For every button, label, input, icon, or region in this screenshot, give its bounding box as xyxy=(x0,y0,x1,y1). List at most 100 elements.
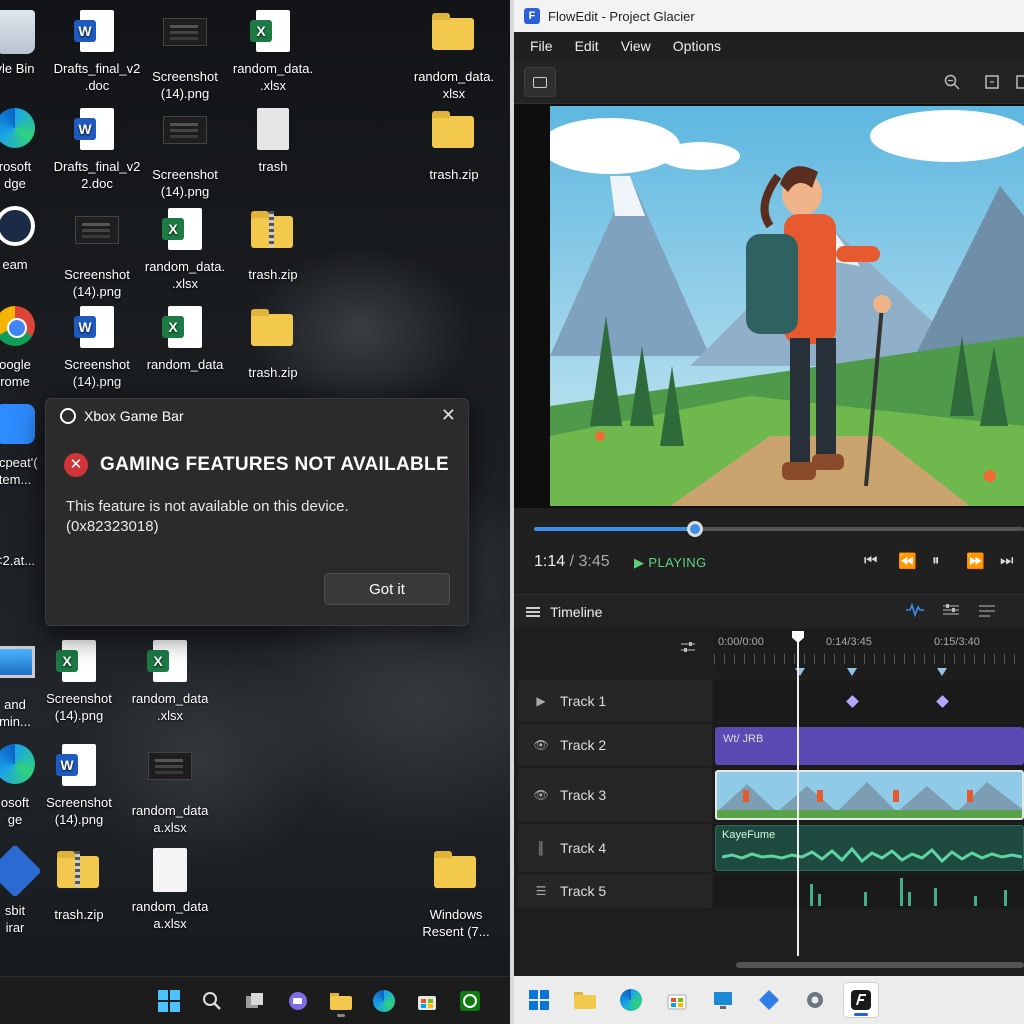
dialog-app-name: Xbox Game Bar xyxy=(84,408,184,424)
desktop-icon-label: rosoft dge xyxy=(0,159,32,191)
menu-icon[interactable] xyxy=(526,606,540,617)
more-tools-icon[interactable] xyxy=(1016,74,1024,90)
scrub-bar[interactable] xyxy=(534,521,1024,537)
crop-icon[interactable] xyxy=(984,74,1000,90)
scrub-progress xyxy=(534,527,696,531)
desktop-icon-trash-zip-4[interactable]: trash.zip xyxy=(34,848,124,923)
video-preview[interactable] xyxy=(514,104,1024,508)
skip-forward-icon[interactable]: ⏭ xyxy=(1000,552,1014,569)
desktop-icon-random-data-6[interactable]: random_data a.xlsx xyxy=(125,848,215,932)
timeline-scrollbar[interactable] xyxy=(736,962,1024,968)
desktop-icon-random-data[interactable]: random_data. .xlsx xyxy=(228,10,318,94)
windows-logo-icon xyxy=(158,989,180,1012)
taskbar-app-diamond[interactable] xyxy=(752,983,786,1017)
desktop-icon-random-data-4[interactable]: random_data .xlsx xyxy=(125,640,215,724)
desktop-icon-drafts-doc[interactable]: Drafts_final_v2 .doc xyxy=(52,10,142,94)
fast-forward-icon[interactable]: ⏩ xyxy=(966,552,985,570)
desktop-icon-trash-zip[interactable]: trash.zip xyxy=(409,108,499,183)
skip-back-icon[interactable]: ⏮ xyxy=(864,552,878,569)
taskbar-xbox[interactable] xyxy=(453,984,487,1018)
task-view-button[interactable] xyxy=(238,984,272,1018)
chat-icon xyxy=(289,991,307,1010)
desktop-icon-steam[interactable]: eam xyxy=(0,206,60,273)
keyframe[interactable] xyxy=(936,695,949,708)
track-header-3[interactable]: 👁 Track 3 xyxy=(518,768,712,822)
menu-view[interactable]: View xyxy=(621,38,651,54)
timeline-playhead[interactable] xyxy=(797,634,799,956)
timeline-settings-icon[interactable] xyxy=(680,640,696,654)
audio-icon[interactable]: ║ xyxy=(532,841,550,855)
taskbar-settings[interactable] xyxy=(798,983,832,1017)
got-it-button[interactable]: Got it xyxy=(324,573,450,605)
taskbar-chat[interactable] xyxy=(281,984,315,1018)
desktop-icon-random-data-folder[interactable]: random_data. xlsx xyxy=(409,10,499,102)
timeline-marker[interactable] xyxy=(937,668,947,676)
track-lane-3[interactable] xyxy=(714,768,1024,822)
desktop-icon-windows-resent[interactable]: Windows Resent (7... xyxy=(411,848,501,940)
zoom-icon[interactable] xyxy=(944,74,960,90)
track-lane-4[interactable]: KayeFume xyxy=(714,824,1024,872)
visibility-icon[interactable]: 👁 xyxy=(532,788,550,802)
taskbar-remote-desktop[interactable] xyxy=(706,983,740,1017)
menu-options[interactable]: Options xyxy=(673,38,721,54)
rewind-icon[interactable]: ⏪ xyxy=(898,552,917,570)
desktop-icon-trash[interactable]: trash xyxy=(228,108,318,175)
menu-edit[interactable]: Edit xyxy=(575,38,599,54)
track-lane-2[interactable]: Wt/ JRB xyxy=(714,724,1024,768)
taskbar-file-explorer[interactable] xyxy=(324,984,358,1018)
taskbar-flowedit[interactable] xyxy=(844,983,878,1017)
desktop-icon-screenshot-5[interactable]: Screenshot (14).png xyxy=(34,640,124,724)
desktop-icon-random-data-3[interactable]: random_data xyxy=(140,306,230,373)
track-header-5[interactable]: ☰ Track 5 xyxy=(518,874,712,908)
desktop-icon-screenshot-3[interactable]: Screenshot (14).png xyxy=(52,208,142,300)
desktop-icon-screenshot[interactable]: Screenshot (14).png xyxy=(140,10,230,102)
expand-icon[interactable]: ▶ xyxy=(532,694,550,708)
video-clip-thumbnails[interactable] xyxy=(715,770,1024,820)
desktop-icon-edge[interactable]: rosoft dge xyxy=(0,108,60,192)
timeline-ruler[interactable]: 0:00/0:00 0:14/3:45 0:15/3:40 xyxy=(714,630,1024,676)
error-icon: ✕ xyxy=(64,453,88,477)
desktop-icon-trash-zip-2[interactable]: trash.zip xyxy=(228,208,318,283)
timeline-marker[interactable] xyxy=(847,668,857,676)
track-header-2[interactable]: 👁 Track 2 xyxy=(518,724,712,766)
desktop-icon-screenshot-6[interactable]: Screenshot (14).png xyxy=(34,744,124,828)
title-clip[interactable]: Wt/ JRB xyxy=(715,727,1024,765)
desktop-icon-recycle-bin[interactable]: yle Bin xyxy=(0,10,60,77)
track-lane-1[interactable] xyxy=(714,680,1024,722)
track-header-4[interactable]: ║ Track 4 xyxy=(518,824,712,872)
flowedit-logo-icon: F xyxy=(524,8,540,24)
ruler-ticks xyxy=(714,654,1024,664)
waveform-icon[interactable] xyxy=(906,603,924,617)
track-header-1[interactable]: ▶ Track 1 xyxy=(518,680,712,722)
desktop-icon-screenshot-2[interactable]: Screenshot (14).png xyxy=(140,108,230,200)
filter-icon[interactable] xyxy=(978,603,996,617)
start-button[interactable] xyxy=(522,983,556,1017)
desktop-icon-label: Drafts_final_v2 .doc xyxy=(53,61,141,93)
taskbar-file-explorer[interactable] xyxy=(568,983,602,1017)
desktop-icon-label: trash.zip xyxy=(248,267,298,282)
pause-icon[interactable]: ⏸ xyxy=(932,552,940,569)
desktop-icon-screenshot-4[interactable]: Screenshot (14).png xyxy=(52,306,142,390)
desktop-icon-random-data-5[interactable]: random_data a.xlsx xyxy=(125,744,215,836)
desktop-icon-drafts-doc-2[interactable]: Drafts_final_v2 2.doc xyxy=(52,108,142,192)
visibility-icon[interactable]: 👁 xyxy=(532,738,550,752)
list-icon[interactable]: ☰ xyxy=(532,884,550,898)
menu-file[interactable]: File xyxy=(530,38,553,54)
audio-clip[interactable]: KayeFume xyxy=(715,825,1024,871)
track-lane-5[interactable] xyxy=(714,874,1024,908)
taskbar-store[interactable] xyxy=(660,983,694,1017)
desktop-icon-label: Screenshot (14).png xyxy=(152,69,218,101)
taskbar-store[interactable] xyxy=(410,984,444,1018)
camera-icon[interactable] xyxy=(524,67,556,97)
start-button[interactable] xyxy=(152,984,186,1018)
taskbar-edge[interactable] xyxy=(367,984,401,1018)
desktop-icon-random-data-2[interactable]: random_data. .xlsx xyxy=(140,208,230,292)
desktop-icon-trash-zip-3[interactable]: trash.zip xyxy=(228,306,318,381)
keyframe[interactable] xyxy=(846,695,859,708)
desktop-icon-chrome[interactable]: oogle rome xyxy=(0,306,60,390)
taskbar-search[interactable] xyxy=(195,984,229,1018)
adjust-icon[interactable] xyxy=(942,603,960,617)
taskbar-edge[interactable] xyxy=(614,983,648,1017)
scrub-handle[interactable] xyxy=(687,521,704,537)
close-icon[interactable]: ✕ xyxy=(441,405,456,426)
